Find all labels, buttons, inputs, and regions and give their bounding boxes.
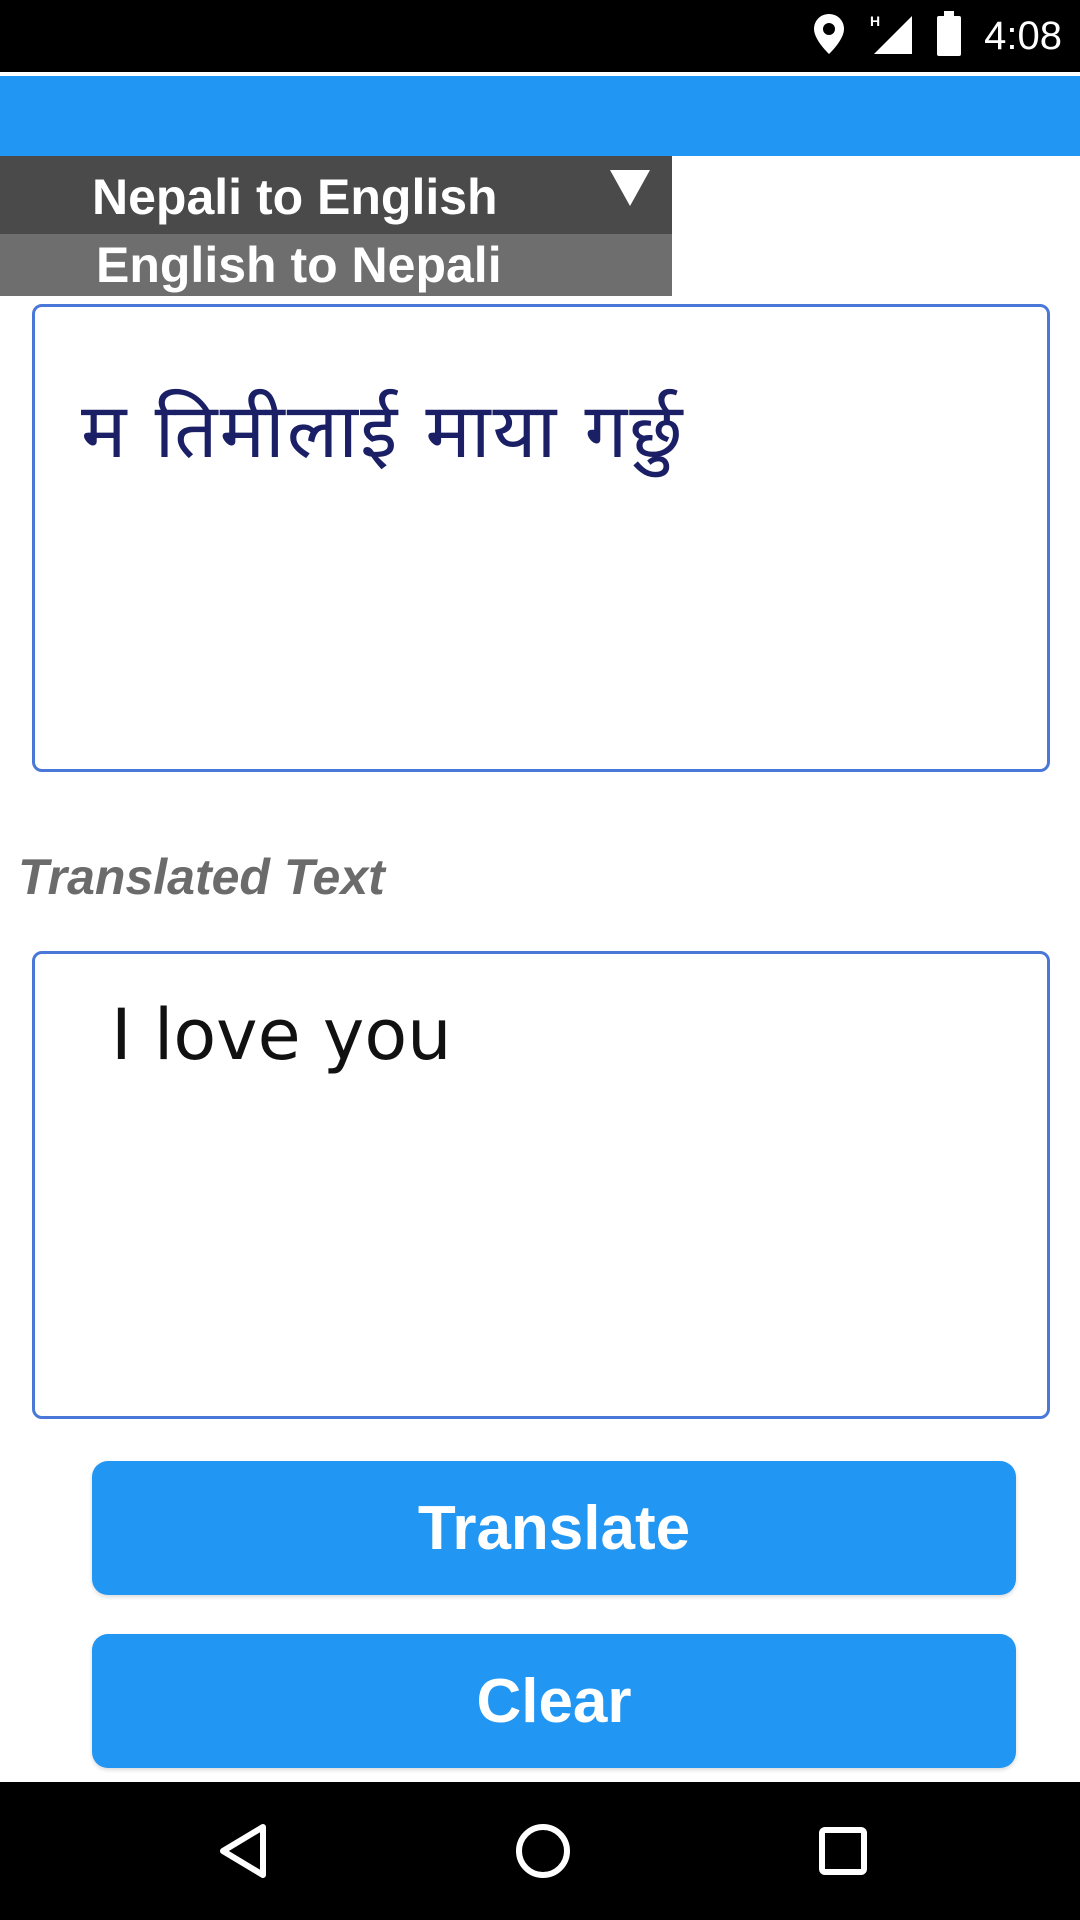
- svg-text:H: H: [870, 13, 880, 29]
- location-icon: [812, 12, 846, 60]
- dropdown-arrow-icon: [610, 170, 650, 206]
- navigation-bar: [0, 1782, 1080, 1920]
- language-dropdown[interactable]: Nepali to English: [0, 156, 672, 234]
- battery-icon: [936, 11, 962, 61]
- translated-text-output[interactable]: I love you: [32, 951, 1050, 1419]
- clear-button[interactable]: Clear: [92, 1634, 1016, 1768]
- home-icon[interactable]: [483, 1782, 603, 1920]
- source-text-input[interactable]: म तिमीलाई माया गर्छु: [32, 304, 1050, 772]
- dropdown-selected-label: Nepali to English: [92, 169, 498, 225]
- app-bar: [0, 76, 1080, 156]
- translated-text-label: Translated Text: [18, 849, 385, 905]
- recent-apps-icon[interactable]: [783, 1782, 903, 1920]
- back-icon[interactable]: [183, 1782, 303, 1920]
- dropdown-option-label: English to Nepali: [96, 237, 502, 293]
- status-time: 4:08: [984, 13, 1062, 58]
- result-text: I love you: [111, 994, 452, 1076]
- dropdown-option-english-to-nepali[interactable]: English to Nepali: [0, 234, 672, 296]
- signal-h-icon: H: [868, 12, 914, 60]
- source-text: म तिमीलाई माया गर्छु: [81, 386, 685, 475]
- status-icons: H 4:08: [812, 0, 1062, 72]
- status-bar: H 4:08: [0, 0, 1080, 72]
- translate-button[interactable]: Translate: [92, 1461, 1016, 1595]
